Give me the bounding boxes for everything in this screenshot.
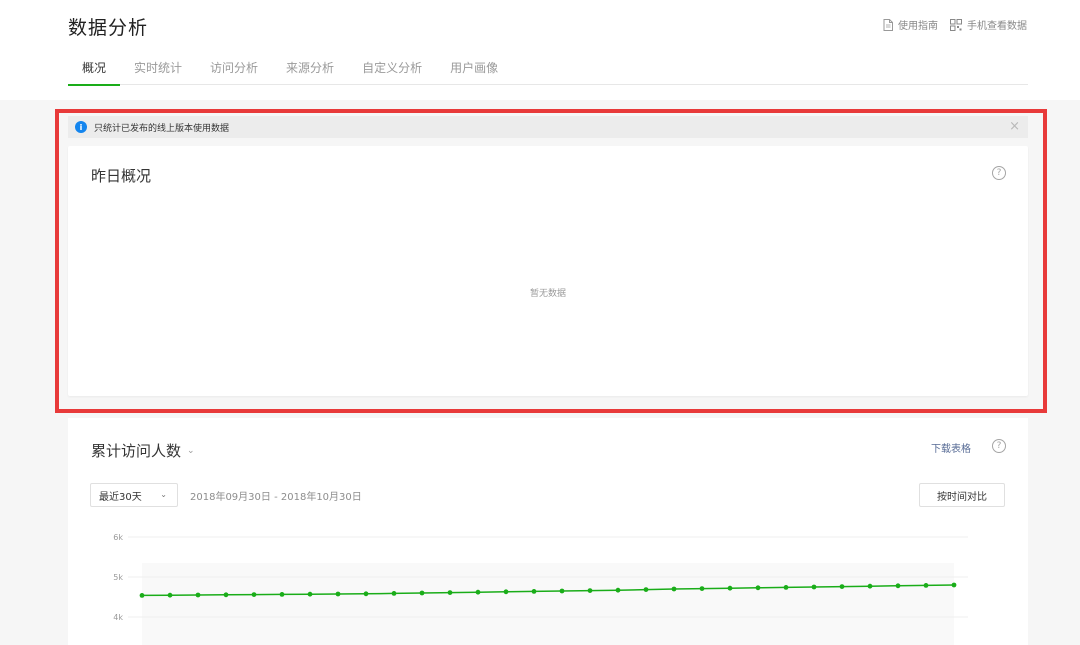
chart-data-point[interactable] xyxy=(251,592,257,597)
chevron-down-icon: ⌄ xyxy=(187,445,195,456)
visitors-title: 累计访问人数 xyxy=(91,442,182,460)
chart-data-point[interactable] xyxy=(923,583,929,588)
tab-visit-analysis[interactable]: 访问分析 xyxy=(196,59,272,85)
chart-y-tick-label: 5k xyxy=(113,573,123,582)
chart-y-tick-label: 6k xyxy=(113,533,123,542)
chart-plot-area xyxy=(142,563,954,645)
mobile-view-link[interactable]: 手机查看数据 xyxy=(950,17,1027,32)
mobile-view-link-label: 手机查看数据 xyxy=(967,21,1027,32)
chart-data-point[interactable] xyxy=(783,585,789,590)
chart-data-point[interactable] xyxy=(503,589,509,595)
date-range-text: 2018年09月30日 - 2018年10月30日 xyxy=(190,492,362,503)
chart-data-point[interactable] xyxy=(335,591,341,597)
tab-custom-analysis[interactable]: 自定义分析 xyxy=(348,59,436,85)
tab-user-profile[interactable]: 用户画像 xyxy=(436,59,512,85)
chart-data-point[interactable] xyxy=(363,591,369,597)
download-table-link[interactable]: 下载表格 xyxy=(931,440,971,455)
chart-y-tick-label: 4k xyxy=(113,613,123,622)
tab-source-analysis[interactable]: 来源分析 xyxy=(272,59,348,85)
tab-overview[interactable]: 概况 xyxy=(68,59,121,86)
chart-data-point[interactable] xyxy=(447,590,453,595)
visitors-metric-dropdown[interactable]: 累计访问人数 ⌄ xyxy=(91,440,195,461)
page-title: 数据分析 xyxy=(68,17,149,39)
chart-data-point[interactable] xyxy=(755,585,761,591)
date-range-select-value: 最近30天 xyxy=(99,491,142,503)
visitors-card: 累计访问人数 ⌄ 下载表格 ? 最近30天 ⌄ 2018年09月30日 - 20… xyxy=(68,418,1028,645)
top-bar: 数据分析 使用指南 手机查看数据 概况 实时统计 访问分析 来源分析 自定义分析… xyxy=(0,0,1080,100)
chart-data-point[interactable] xyxy=(895,583,901,589)
date-range-select[interactable]: 最近30天 ⌄ xyxy=(90,483,178,507)
chart-data-point[interactable] xyxy=(587,588,593,593)
chart-data-point[interactable] xyxy=(727,585,733,591)
tab-realtime[interactable]: 实时统计 xyxy=(120,59,196,85)
guide-link[interactable]: 使用指南 xyxy=(883,17,938,32)
chart-data-point[interactable] xyxy=(615,587,621,593)
chart-data-point[interactable] xyxy=(167,592,173,598)
chart-data-point[interactable] xyxy=(419,590,425,596)
chart-data-point[interactable] xyxy=(195,592,201,598)
chart-data-point[interactable] xyxy=(279,592,285,597)
chart-data-point[interactable] xyxy=(811,584,817,590)
chart-data-point[interactable] xyxy=(307,591,313,597)
chart-data-point[interactable] xyxy=(867,583,873,589)
chart-data-point[interactable] xyxy=(643,587,649,592)
guide-link-label: 使用指南 xyxy=(898,21,938,32)
chart-data-point[interactable] xyxy=(223,592,229,598)
chart-data-point[interactable] xyxy=(839,584,845,589)
chart-data-point[interactable] xyxy=(699,586,705,591)
visitors-line-chart: 6k 5k 4k xyxy=(113,533,968,645)
chart-data-point[interactable] xyxy=(559,588,565,594)
chevron-down-icon: ⌄ xyxy=(160,490,167,499)
top-links: 使用指南 手机查看数据 xyxy=(871,17,1027,32)
chart-data-point[interactable] xyxy=(475,589,481,595)
chart-data-point[interactable] xyxy=(391,591,397,596)
chart-data-point[interactable] xyxy=(951,582,957,588)
help-icon[interactable]: ? xyxy=(992,439,1006,453)
chart-data-point[interactable] xyxy=(531,589,537,594)
chart-data-point[interactable] xyxy=(671,586,677,592)
highlight-box xyxy=(55,109,1047,413)
qr-code-icon xyxy=(950,18,962,31)
compare-by-time-button[interactable]: 按时间对比 xyxy=(919,483,1005,507)
tab-bar: 概况 实时统计 访问分析 来源分析 自定义分析 用户画像 xyxy=(68,59,1028,86)
document-icon xyxy=(883,18,893,31)
chart-data-point[interactable] xyxy=(139,593,145,598)
